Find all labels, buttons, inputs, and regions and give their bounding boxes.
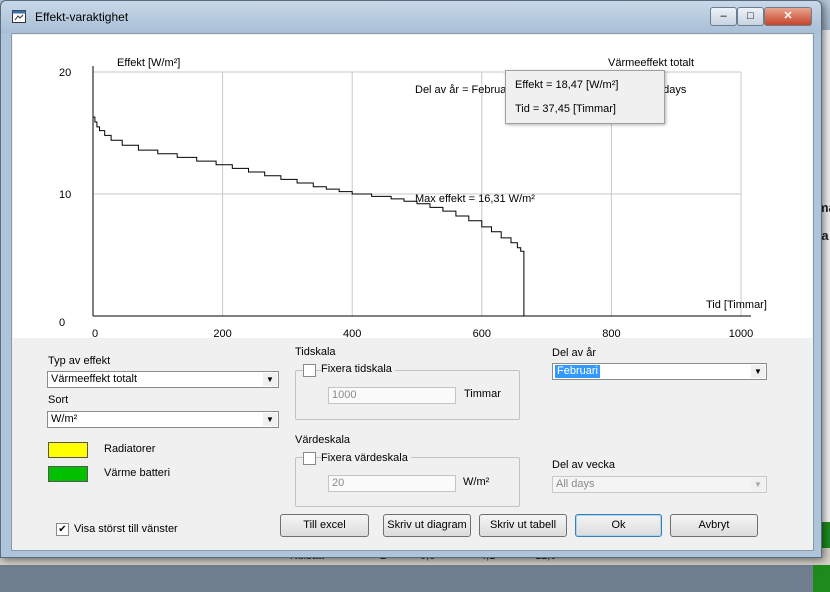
chart-annotation-max: Max effekt = 16,31 W/m² (415, 193, 535, 205)
fixera-tidskala-checkbox[interactable] (303, 364, 316, 377)
typ-av-effekt-label: Typ av effekt (48, 355, 111, 367)
vardeskala-unit: W/m² (463, 476, 490, 488)
title-bar[interactable]: Effekt-varaktighet – □ ✕ (1, 1, 821, 33)
visa-storst-label: Visa störst till vänster (74, 523, 178, 535)
typ-av-effekt-dropdown[interactable]: Värmeeffekt totalt ▼ (47, 371, 279, 388)
chart-area[interactable]: 0 200 400 600 800 1000 0 10 20 Effekt [W/m²] Vär… (13, 35, 812, 338)
tidskala-input[interactable]: 1000 (328, 387, 456, 404)
legend-label-radiatorer: Radiatorer (104, 443, 156, 455)
sort-dropdown[interactable]: W/m² ▼ (47, 411, 279, 428)
legend-label-varme-batteri: Värme batteri (104, 467, 171, 479)
chart-x-tick-label: 0 (92, 328, 98, 338)
typ-av-effekt-value: Värmeeffekt totalt (51, 373, 138, 385)
chart-x-tick-label: 200 (213, 328, 231, 338)
close-button[interactable]: ✕ (764, 7, 812, 26)
chart-x-tick-label: 600 (473, 328, 491, 338)
avbryt-button[interactable]: Avbryt (670, 514, 758, 537)
chart-x-tick-label: 1000 (729, 328, 753, 338)
skriv-ut-diagram-button[interactable]: Skriv ut diagram (383, 514, 471, 537)
chart-title: Värmeeffekt totalt (608, 57, 695, 69)
sort-value: W/m² (51, 413, 78, 425)
maximize-button[interactable]: □ (737, 7, 764, 26)
vardeskala-label: Värdeskala (295, 434, 351, 446)
chevron-down-icon[interactable]: ▼ (751, 365, 765, 378)
sort-label: Sort (48, 394, 69, 406)
del-av-ar-dropdown[interactable]: Februari ▼ (552, 363, 767, 380)
chart-tooltip: Effekt = 18,47 [W/m²] Tid = 37,45 [Timma… (505, 70, 665, 124)
chevron-down-icon[interactable]: ▼ (751, 478, 765, 491)
del-av-vecka-label: Del av vecka (552, 459, 615, 471)
window-title: Effekt-varaktighet (35, 10, 129, 24)
chevron-down-icon[interactable]: ▼ (263, 373, 277, 386)
fixera-tidskala-label: Fixera tidskala (321, 363, 395, 375)
till-excel-button[interactable]: Till excel (280, 514, 369, 537)
tooltip-effekt: Effekt = 18,47 [W/m²] (515, 79, 619, 91)
vardeskala-input[interactable]: 20 (328, 475, 456, 492)
fixera-vardeskala-label: Fixera värdeskala (321, 452, 411, 464)
dialog-client-area: 0 200 400 600 800 1000 0 10 20 Effekt [W/m²] Vär… (11, 33, 814, 551)
chart-series-line-0 (93, 116, 525, 316)
chevron-down-icon[interactable]: ▼ (263, 413, 277, 426)
tooltip-tid: Tid = 37,45 [Timmar] (515, 103, 616, 115)
del-av-ar-label: Del av år (552, 347, 597, 359)
effekt-varaktighet-dialog: Effekt-varaktighet – □ ✕ 0 200 400 600 800 10… (0, 0, 822, 558)
window-icon (12, 10, 26, 23)
visa-storst-checkbox[interactable]: ✔ (56, 523, 69, 536)
del-av-ar-value: Februari (555, 365, 600, 378)
chart-y-tick-label: 20 (59, 67, 71, 79)
minimize-button[interactable]: – (710, 7, 737, 26)
legend-swatch-radiatorer (48, 442, 88, 458)
ok-button[interactable]: Ok (575, 514, 662, 537)
chart-y-axis-label: Effekt [W/m²] (117, 57, 181, 69)
tidskala-label: Tidskala (295, 346, 336, 358)
chart-x-tick-label: 400 (343, 328, 361, 338)
tidskala-unit: Timmar (464, 388, 501, 400)
duration-curve-chart: 0 200 400 600 800 1000 0 10 20 (59, 66, 753, 338)
del-av-vecka-dropdown[interactable]: All days ▼ (552, 476, 767, 493)
chart-y-tick-label: 10 (59, 189, 71, 201)
legend-swatch-varme-batteri (48, 466, 88, 482)
skriv-ut-tabell-button[interactable]: Skriv ut tabell (479, 514, 567, 537)
chart-x-tick-label: 800 (602, 328, 620, 338)
chart-y-tick-label: 0 (59, 317, 65, 329)
chart-annotation-del-av-ar: Del av år = Februari (415, 84, 513, 96)
fixera-vardeskala-checkbox[interactable] (303, 452, 316, 465)
chart-x-axis-label: Tid [Timmar] (706, 299, 767, 311)
del-av-vecka-value: All days (556, 478, 595, 490)
